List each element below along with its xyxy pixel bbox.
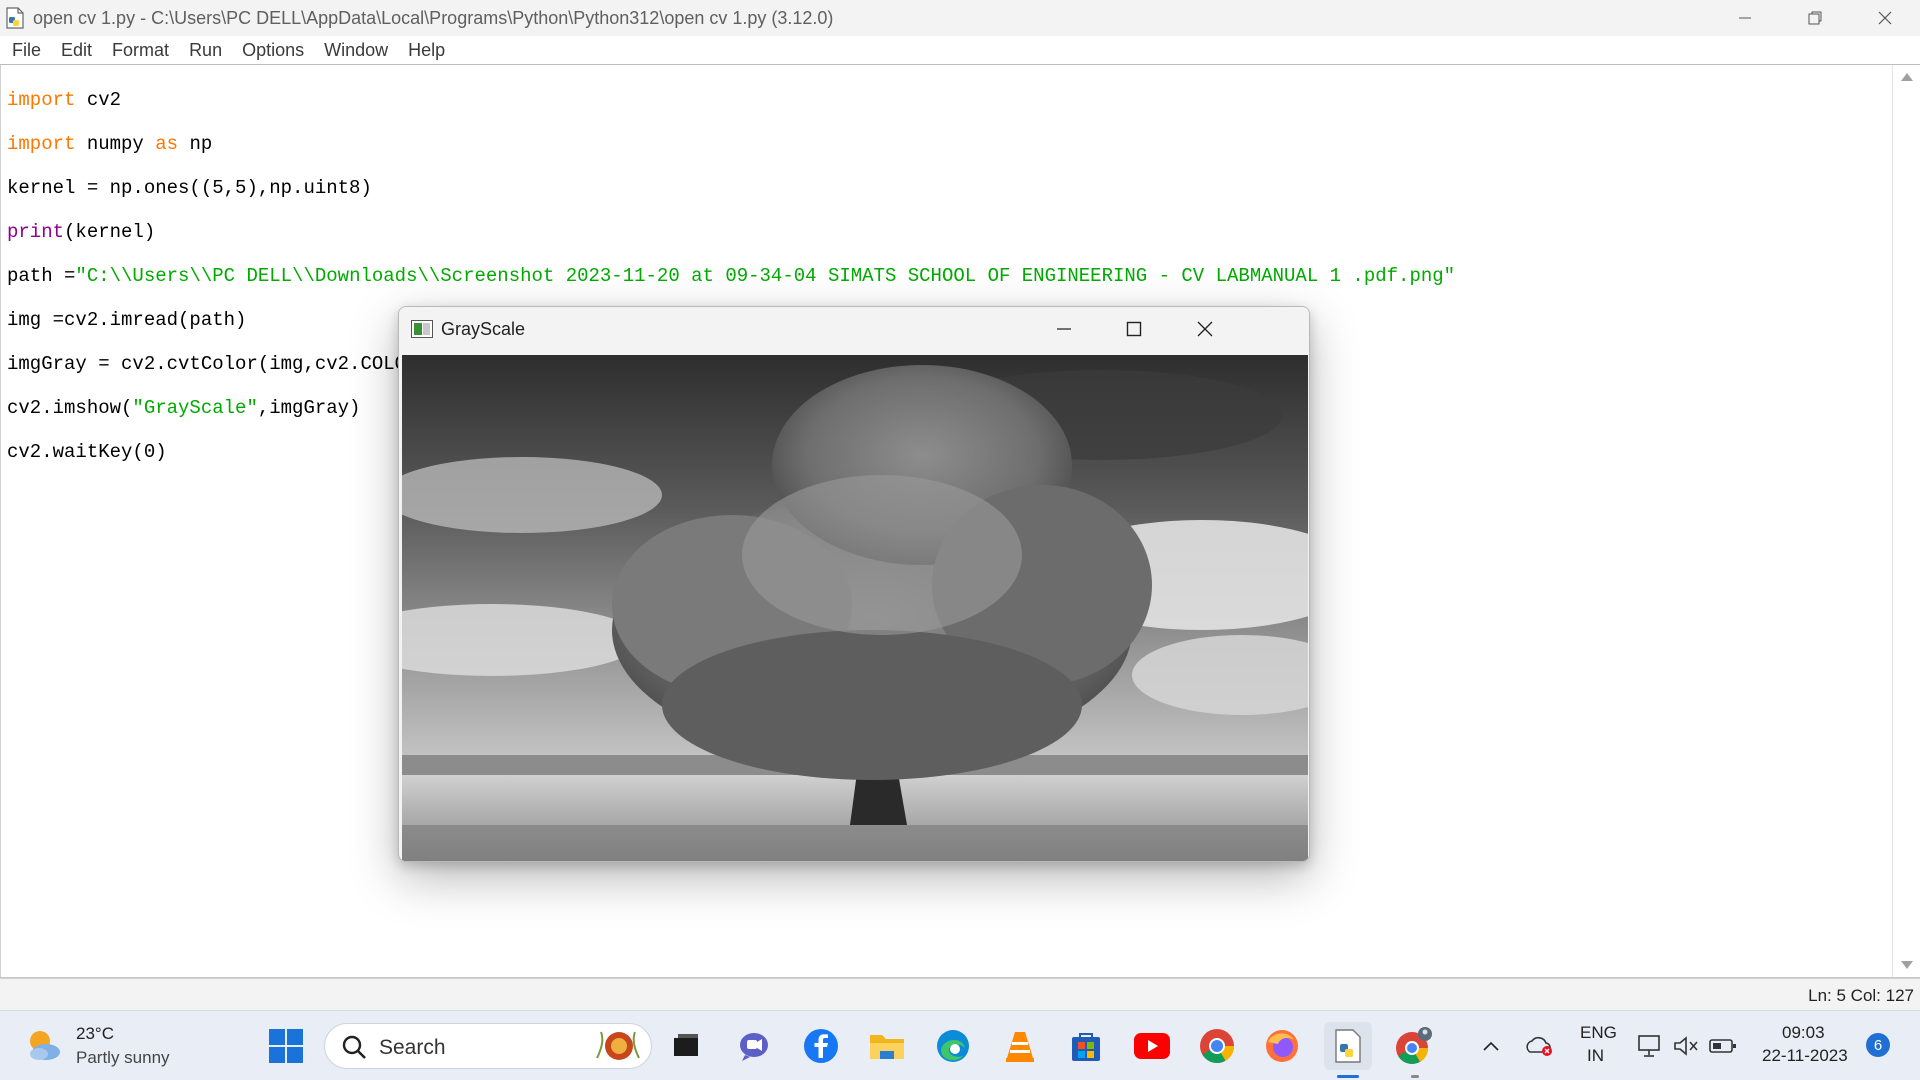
active-app-indicator	[1337, 1075, 1359, 1078]
restore-icon	[1808, 11, 1822, 25]
firefox-icon[interactable]	[1258, 1022, 1306, 1070]
window-titlebar: open cv 1.py - C:\Users\PC DELL\AppData\…	[0, 0, 1920, 36]
builtin: print	[7, 221, 65, 243]
notification-badge[interactable]: 6	[1866, 1033, 1890, 1057]
window-title: open cv 1.py - C:\Users\PC DELL\AppData\…	[33, 7, 834, 28]
weather-condition: Partly sunny	[76, 1048, 170, 1067]
string-literal: "GrayScale"	[132, 397, 258, 419]
keyword: import	[7, 89, 76, 111]
running-app-indicator	[1411, 1075, 1419, 1078]
keyword: import	[7, 133, 76, 155]
battery-icon[interactable]	[1702, 1022, 1744, 1070]
taskbar-search[interactable]: Search	[324, 1023, 652, 1069]
code-text-segment: cv2	[75, 89, 122, 111]
volume-muted-icon[interactable]	[1666, 1022, 1706, 1070]
search-highlight-icon	[596, 1031, 640, 1060]
search-label: Search	[379, 1036, 446, 1059]
code-text-segment: path =	[7, 265, 76, 287]
code-text-segment: ,imgGray)	[257, 397, 361, 419]
restore-button[interactable]	[1780, 0, 1850, 36]
windows-start-icon[interactable]	[262, 1022, 310, 1070]
search-icon	[342, 1035, 366, 1059]
grayscale-title: GrayScale	[441, 319, 526, 339]
edge-icon[interactable]	[929, 1022, 977, 1070]
code-line-4: print(kernel)	[7, 221, 1455, 243]
minimize-icon	[1057, 328, 1071, 330]
menu-run[interactable]: Run	[179, 40, 232, 61]
onedrive-icon[interactable]	[1516, 1022, 1562, 1070]
vlc-icon[interactable]	[996, 1022, 1044, 1070]
taskbar: 23°C Partly sunny Search ENG IN 09:03 22…	[0, 1010, 1920, 1080]
python-file-icon	[3, 6, 27, 30]
scroll-up-icon[interactable]	[1901, 73, 1913, 81]
teams-chat-icon[interactable]	[730, 1022, 778, 1070]
grayscale-tree-image	[402, 355, 1308, 861]
grayscale-window[interactable]: GrayScale	[398, 306, 1310, 862]
weather-temperature: 23°C	[76, 1024, 114, 1043]
status-bar: Ln: 5 Col: 127	[0, 978, 1920, 1010]
language-indicator-bottom[interactable]: IN	[1587, 1046, 1604, 1066]
keyword: as	[155, 133, 179, 155]
menu-file[interactable]: File	[2, 40, 51, 61]
facebook-icon[interactable]	[797, 1022, 845, 1070]
show-hidden-icons-button[interactable]	[1468, 1022, 1514, 1070]
menu-format[interactable]: Format	[102, 40, 179, 61]
menu-help[interactable]: Help	[398, 40, 455, 61]
weather-sun-cloud-icon	[30, 1031, 60, 1060]
code-line-5: path ="C:\\Users\\PC DELL\\Downloads\\Sc…	[7, 265, 1455, 287]
grayscale-minimize-button[interactable]	[1029, 307, 1099, 351]
youtube-icon[interactable]	[1128, 1022, 1176, 1070]
python-idle-icon[interactable]	[1324, 1022, 1372, 1070]
microsoft-store-icon[interactable]	[1062, 1022, 1110, 1070]
code-text-segment: numpy	[75, 133, 156, 155]
code-text-segment: cv2.imshow(	[7, 397, 133, 419]
vertical-scrollbar[interactable]	[1892, 65, 1920, 977]
string-literal: "C:\\Users\\PC DELL\\Downloads\\Screensh…	[75, 265, 1456, 287]
maximize-icon	[1126, 321, 1142, 337]
code-text-segment: (kernel)	[64, 221, 156, 243]
window-app-icon	[411, 320, 433, 338]
menu-edit[interactable]: Edit	[51, 40, 102, 61]
chrome-profile-icon[interactable]	[1390, 1022, 1438, 1070]
chevron-up-icon	[1483, 1041, 1499, 1051]
code-line-3: kernel = np.ones((5,5),np.uint8)	[7, 177, 372, 199]
code-line-1: import cv2	[7, 89, 1455, 111]
grayscale-close-button[interactable]	[1170, 307, 1240, 351]
grayscale-maximize-button[interactable]	[1099, 307, 1169, 351]
clock-time[interactable]: 09:03	[1782, 1023, 1825, 1043]
weather-widget[interactable]: 23°C Partly sunny	[24, 1021, 204, 1071]
scroll-down-icon[interactable]	[1901, 961, 1913, 969]
chrome-icon[interactable]	[1193, 1022, 1241, 1070]
minimize-button[interactable]	[1710, 0, 1780, 36]
file-explorer-icon[interactable]	[863, 1022, 911, 1070]
code-line-2: import numpy as np	[7, 133, 1455, 155]
minimize-icon	[1739, 17, 1751, 19]
close-icon	[1197, 321, 1213, 337]
cursor-position: Ln: 5 Col: 127	[1808, 986, 1914, 1005]
menu-bar: File Edit Format Run Options Window Help	[0, 36, 1920, 64]
close-button[interactable]	[1850, 0, 1920, 36]
file-manager-icon[interactable]	[662, 1022, 710, 1070]
grayscale-titlebar[interactable]: GrayScale	[399, 307, 1309, 355]
menu-window[interactable]: Window	[314, 40, 398, 61]
language-indicator-top[interactable]: ENG	[1580, 1023, 1617, 1043]
menu-options[interactable]: Options	[232, 40, 314, 61]
code-text-segment: np	[178, 133, 213, 155]
clock-date[interactable]: 22-11-2023	[1762, 1046, 1848, 1066]
close-icon	[1878, 11, 1892, 25]
